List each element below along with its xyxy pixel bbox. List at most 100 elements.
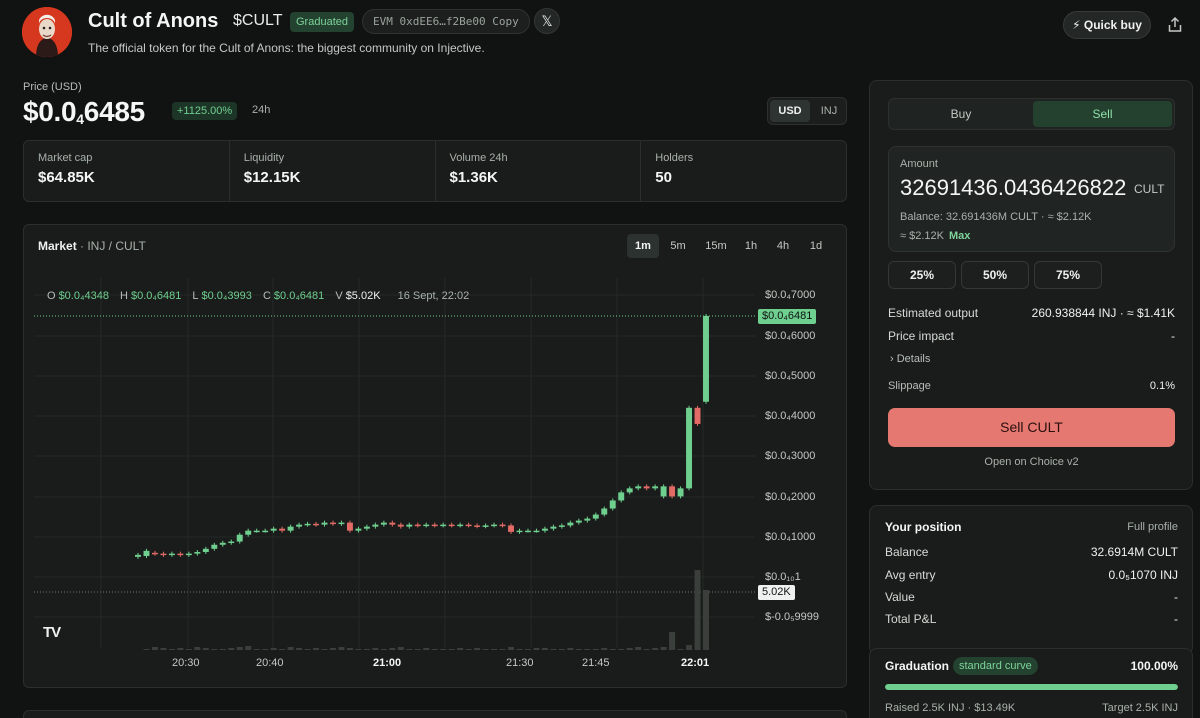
volume-bar [330,648,336,650]
volume-bar [287,647,294,650]
candle [194,552,201,554]
pct-50-button[interactable]: 50% [961,261,1029,289]
candle [703,315,709,402]
volume-bar [491,649,498,650]
candle [321,522,328,525]
estimated-output-value: 260.938844 INJ · ≈ $1.41K [1031,306,1175,320]
volume-bar [652,648,659,650]
volume-bar [296,648,303,650]
price-impact-value: - [1171,329,1175,343]
volume-bar [253,649,260,650]
candle [279,528,286,531]
candle [202,548,209,553]
y-tick: $-0.0₅9999 [765,611,819,623]
y-tick: $0.0₄1000 [765,531,816,543]
position-row-label: Balance [885,545,929,559]
full-profile-link[interactable]: Full profile [1100,521,1178,533]
candle [567,522,574,526]
candle [431,524,438,527]
ohlc-low-key: L [192,290,199,302]
volume-bar [533,648,540,650]
amount-input[interactable]: 32691436.0436426822 [900,175,1127,201]
volume-bar [270,648,277,650]
candle [389,522,396,525]
candle [508,525,514,532]
candle [143,550,150,557]
estimated-output-label: Estimated output [888,306,979,320]
ohlc-low: $0.0₄3993 [201,290,252,302]
volume-bar [525,649,531,650]
graduation-progress-bar [885,684,1178,690]
candle [135,554,141,557]
ohlc-legend: O $0.0₄4348 H $0.0₄6481 L $0.0₄3993 C $0.0₄6… [47,290,469,302]
candle [185,553,192,556]
volume-bar [474,648,481,650]
candle [228,541,235,544]
candle [660,486,667,497]
candle [601,508,608,515]
volume-bar [575,649,582,650]
candle [168,553,175,556]
volume-bar [236,647,243,650]
x-tick: 20:30 [172,657,200,669]
position-title: Your position [885,520,962,534]
candle [355,528,362,531]
volume-bar [228,648,235,650]
candle [482,525,489,527]
candle [643,486,650,489]
candle [363,526,370,529]
candle [448,524,455,527]
graduation-title: Graduation [885,659,950,673]
details-toggle[interactable]: › Details [890,353,930,365]
price-impact-label: Price impact [888,329,955,343]
candle [304,523,311,526]
volume-bar [440,649,447,650]
sell-tab[interactable]: Sell [1033,101,1172,127]
sell-cult-button[interactable]: Sell CULT [888,408,1175,447]
candle [677,488,684,497]
volume-bar [304,649,311,650]
x-tick: 21:30 [506,657,534,669]
graduation-percent: 100.00% [1130,659,1178,673]
volume-bar [516,649,523,650]
volume-bar [677,649,684,650]
pct-25-button[interactable]: 25% [888,261,956,289]
volume-bar [686,645,693,650]
volume-bar [185,649,192,650]
open-on-choice-link[interactable]: Open on Choice v2 [888,456,1175,468]
volume-bar [143,649,150,650]
graduation-progress-fill [885,684,1178,690]
candle [474,525,481,527]
amount-field[interactable]: Amount 32691436.0436426822 CULT Balance:… [888,146,1175,252]
volume-bar [457,648,464,650]
max-button[interactable]: Max [949,230,970,242]
candle [338,522,345,525]
candle [626,488,633,493]
volume-bar [499,649,506,650]
buy-tab[interactable]: Buy [891,101,1031,127]
volume-bar [414,649,421,650]
slippage-value[interactable]: 0.1% [1100,380,1175,392]
candle [652,486,659,489]
amount-unit: CULT [1134,182,1165,196]
bottom-panel [23,710,847,718]
volume-bar [279,649,286,650]
x-tick: 22:01 [681,657,710,669]
volume-bar [313,648,319,650]
candle [550,526,557,529]
volume-bar [406,649,413,650]
candle [380,522,387,525]
y-tick: $0.0₄4000 [765,410,816,422]
position-row-label: Avg entry [885,568,936,582]
candle [313,523,319,526]
x-tick: 21:00 [373,657,402,669]
candle [584,518,591,521]
volume-bar [626,648,633,650]
candle [287,526,294,531]
position-row-label: Value [885,590,915,604]
x-tick: 21:45 [582,657,610,669]
volume-bar [508,647,514,650]
pct-75-button[interactable]: 75% [1034,261,1102,289]
volume-bar [448,649,455,650]
volume-bar [694,570,701,650]
